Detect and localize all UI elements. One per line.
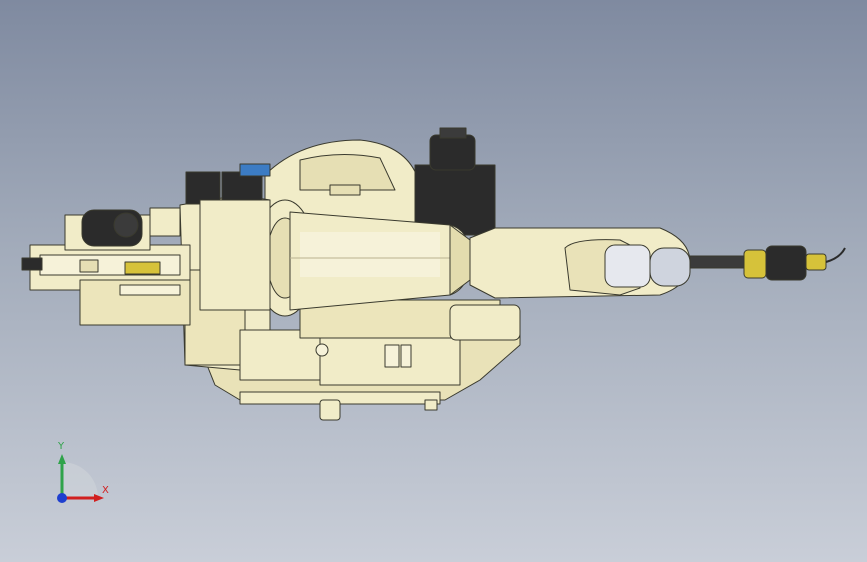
y-axis-label: Y <box>58 441 65 452</box>
triad-graphic <box>57 454 104 503</box>
forearm <box>469 227 691 299</box>
x-axis-label: X <box>102 485 109 496</box>
coordinate-triad-icon: Y X <box>40 438 120 518</box>
upper-arm <box>289 211 471 311</box>
left-motor <box>81 209 143 247</box>
robot-arm-model[interactable] <box>0 0 867 562</box>
graphics-viewport[interactable]: Y X <box>0 0 867 562</box>
z-axis-dot <box>57 493 67 503</box>
vertical-motor <box>414 127 496 236</box>
top-motor-boxes <box>185 163 271 205</box>
wrist-tool <box>689 245 846 281</box>
